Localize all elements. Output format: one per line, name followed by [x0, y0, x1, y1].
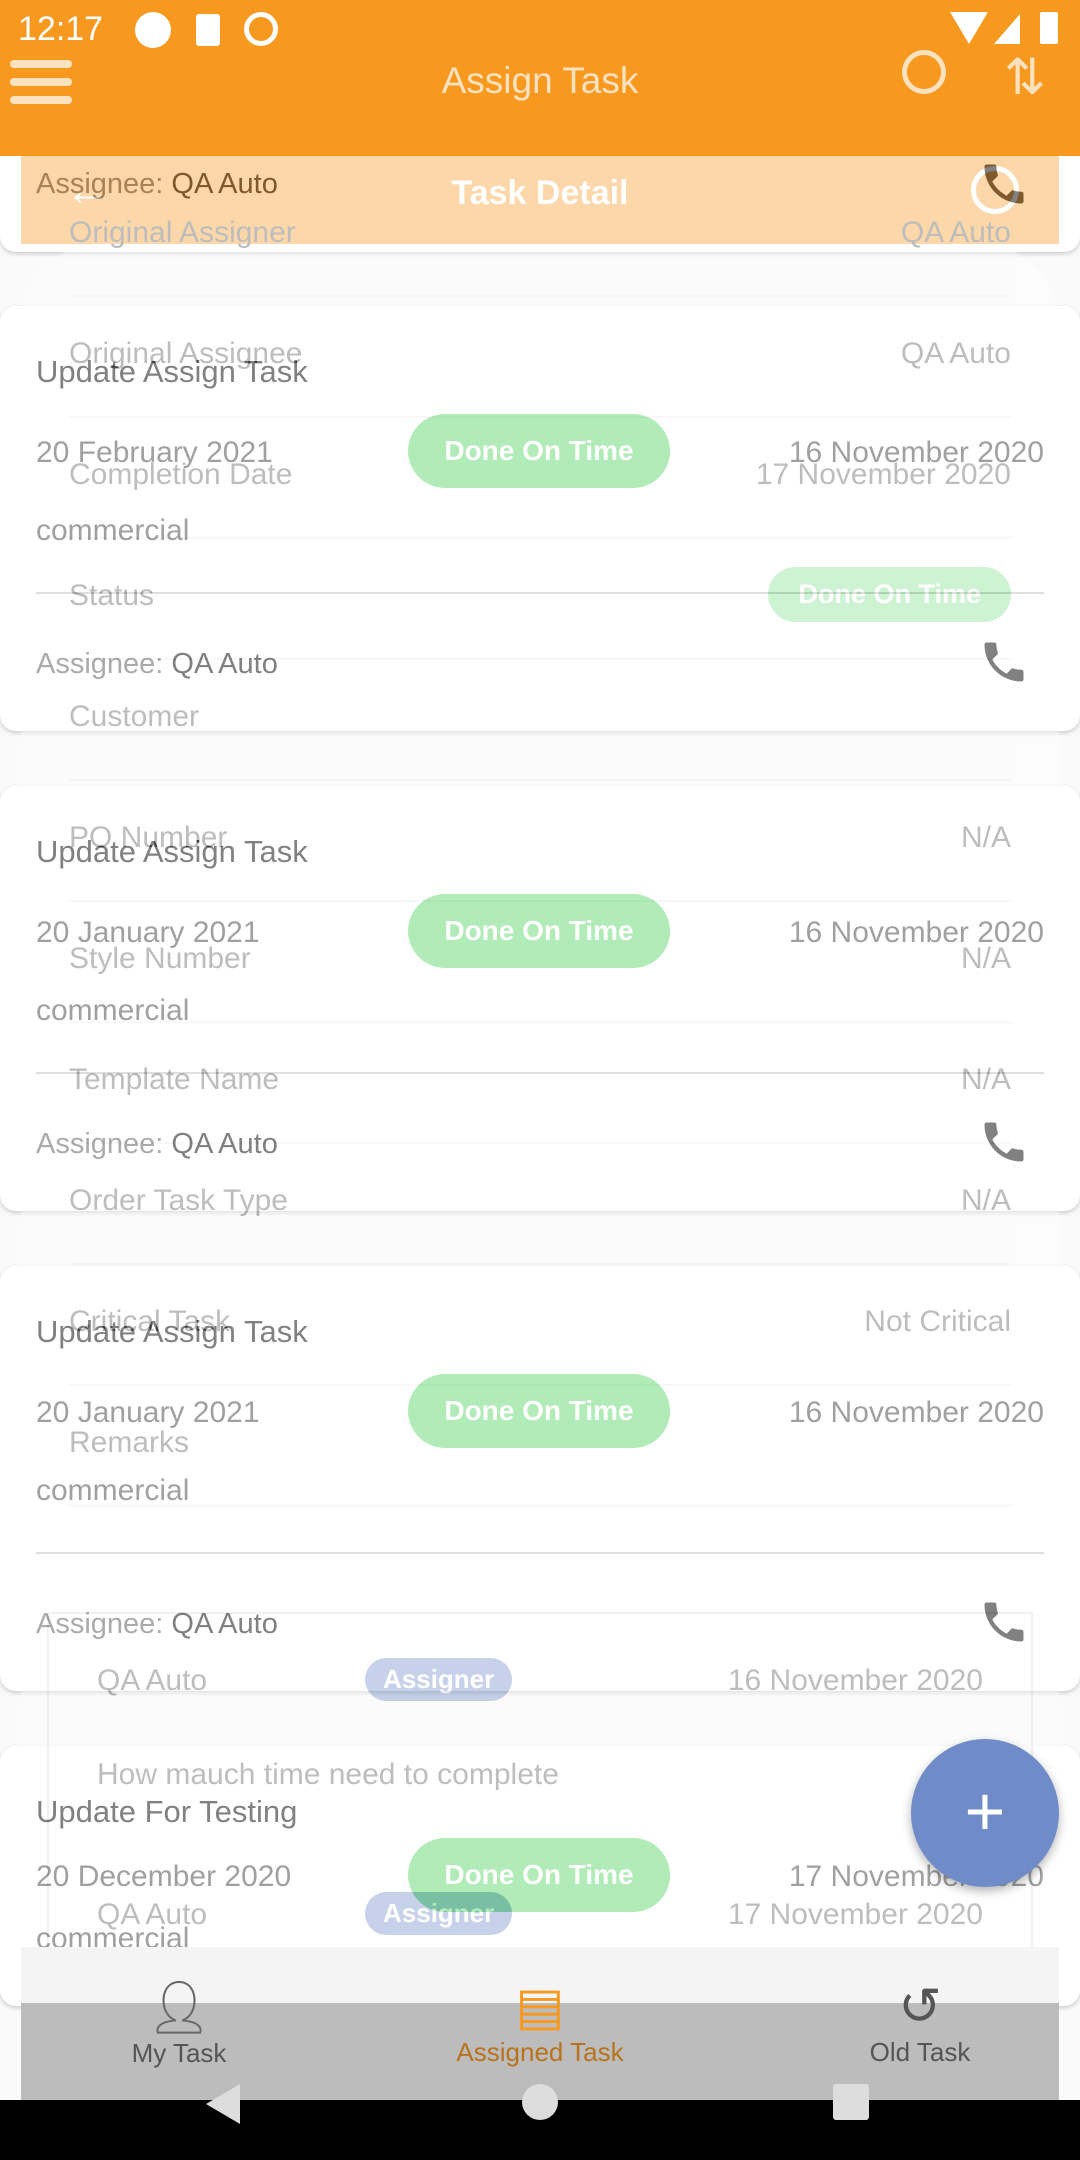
- home-nav-icon[interactable]: [522, 2084, 558, 2120]
- nav-my-task[interactable]: 👤︎ My Task: [29, 1977, 329, 2069]
- signal-icon: [994, 14, 1020, 44]
- detail-row: PO Number N/A: [69, 781, 1011, 902]
- detail-row: Status Done On Time: [69, 539, 1011, 660]
- app-notification-icon: [135, 12, 171, 48]
- nav-label: Old Task: [869, 2037, 971, 2067]
- wifi-icon: [950, 12, 988, 44]
- detail-row: Original Assigner QA Auto: [69, 176, 1011, 297]
- detail-value: N/A: [960, 1063, 1011, 1096]
- detail-label: Remarks: [69, 1426, 190, 1459]
- detail-row: Customer: [69, 660, 1011, 781]
- detail-value: N/A: [960, 942, 1011, 975]
- comment-date: 16 November 2020: [727, 1664, 983, 1697]
- system-nav-bar: [0, 2084, 1080, 2160]
- detail-label: Completion Date: [69, 458, 293, 491]
- sd-card-icon: [196, 14, 220, 46]
- nav-label: Assigned Task: [456, 2037, 624, 2067]
- nav-old-task[interactable]: ↺ Old Task: [770, 1977, 1070, 2068]
- detail-value: QA Auto: [900, 337, 1011, 370]
- comment-user: QA Auto: [97, 1664, 208, 1697]
- sync-icon: [244, 12, 278, 46]
- sort-icon[interactable]: ⇅: [1004, 48, 1046, 106]
- detail-label: Status: [69, 579, 155, 612]
- detail-label: Order Task Type: [69, 1184, 288, 1217]
- bottom-nav: 👤︎ My Task ▤ Assigned Task ↺ Old Task: [21, 1947, 1059, 2100]
- comment-date: 17 November 2020: [727, 1898, 983, 1931]
- add-task-fab[interactable]: +: [911, 1739, 1059, 1887]
- detail-value: 17 November 2020: [755, 458, 1011, 491]
- nav-assigned-task[interactable]: ▤ Assigned Task: [390, 1977, 690, 2068]
- detail-label: Style Number: [69, 942, 251, 975]
- detail-value: N/A: [960, 1184, 1011, 1217]
- battery-icon: [1040, 12, 1058, 44]
- status-badge: Done On Time: [768, 567, 1011, 622]
- detail-row: Original Assignee QA Auto: [69, 297, 1011, 418]
- person-icon: 👤︎: [145, 1979, 212, 2037]
- detail-value: N/A: [960, 821, 1011, 854]
- role-chip: Assigner: [365, 1892, 513, 1935]
- comment-user: QA Auto: [97, 1898, 208, 1931]
- comments-section: QA Auto Assigner 16 November 2020 How ma…: [47, 1612, 1033, 2002]
- task-detail-overlay: ← Task Detail Original Assigner QA Auto Or…: [21, 156, 1059, 2006]
- detail-row: Completion Date 17 November 2020: [69, 418, 1011, 539]
- detail-label: Customer: [69, 700, 200, 733]
- detail-value: QA Auto: [900, 216, 1011, 249]
- detail-label: Template Name: [69, 1063, 280, 1096]
- document-icon: ▤: [515, 1978, 565, 2036]
- recents-nav-icon[interactable]: [833, 2084, 869, 2120]
- comment-text: How mauch time need to complete: [97, 1758, 559, 1791]
- detail-row: Template Name N/A: [69, 1023, 1011, 1144]
- detail-label: PO Number: [69, 821, 228, 854]
- detail-row: Remarks: [69, 1386, 1011, 1507]
- detail-label: Original Assigner: [69, 216, 296, 249]
- detail-label: Original Assignee: [69, 337, 303, 370]
- detail-label: Critical Task: [69, 1305, 231, 1338]
- search-icon[interactable]: [902, 50, 946, 94]
- status-time: 12:17: [18, 10, 104, 48]
- detail-row: Critical Task Not Critical: [69, 1265, 1011, 1386]
- back-nav-icon[interactable]: [206, 2084, 240, 2124]
- detail-row: Style Number N/A: [69, 902, 1011, 1023]
- nav-label: My Task: [131, 2038, 227, 2068]
- role-chip: Assigner: [365, 1658, 513, 1701]
- history-icon: ↺: [898, 1978, 942, 2036]
- detail-row: Order Task Type N/A: [69, 1144, 1011, 1265]
- app-bar: Assign Task ⇅: [0, 49, 1080, 156]
- detail-value: Not Critical: [864, 1305, 1011, 1338]
